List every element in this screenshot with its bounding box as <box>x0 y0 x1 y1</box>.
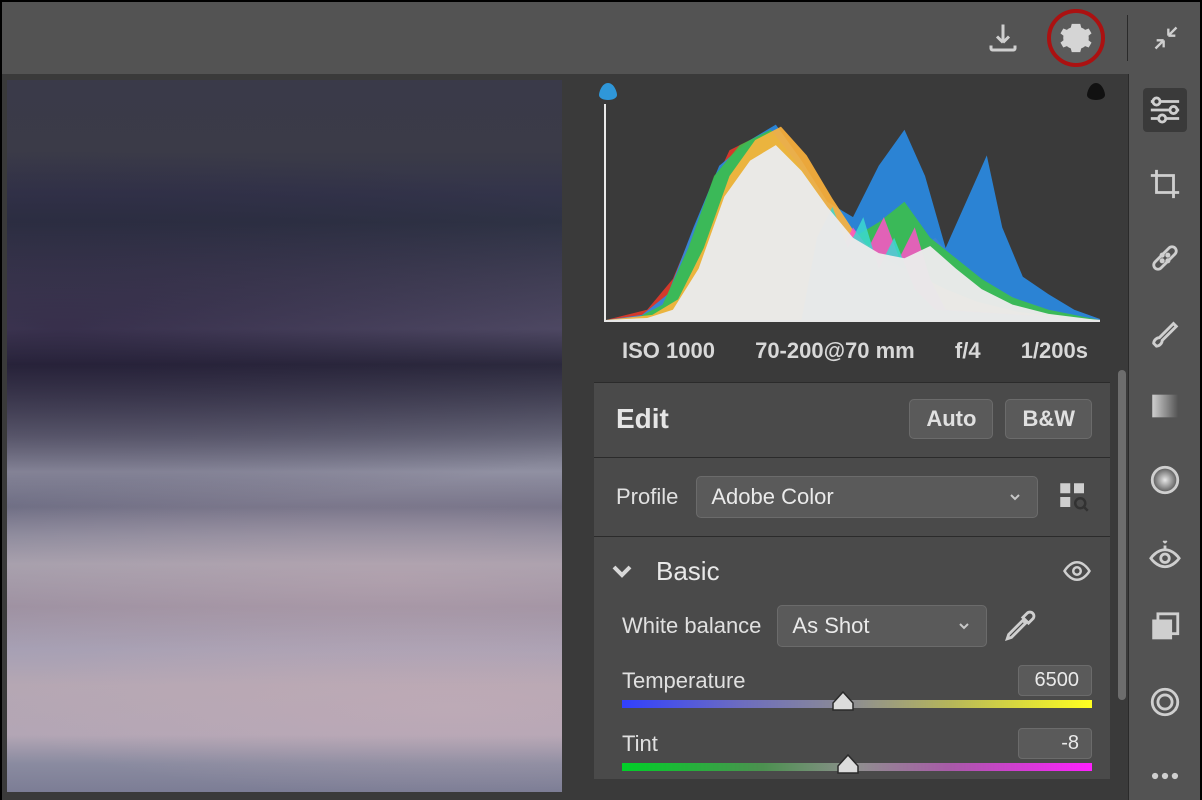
gear-icon <box>1059 21 1093 55</box>
auto-button[interactable]: Auto <box>909 399 993 439</box>
bandage-icon <box>1148 241 1182 275</box>
exif-aperture: f/4 <box>955 338 981 364</box>
basic-header: Basic <box>594 537 1110 591</box>
white-balance-selected: As Shot <box>792 613 869 639</box>
tool-brush[interactable] <box>1143 310 1187 354</box>
tool-crop[interactable] <box>1143 162 1187 206</box>
profile-row: Profile Adobe Color <box>594 458 1110 536</box>
red-eye-icon <box>1148 537 1182 571</box>
tool-strip <box>1128 74 1200 800</box>
histogram-indicators <box>594 82 1110 104</box>
collapse-icon <box>1152 24 1180 52</box>
tool-edit-sliders[interactable] <box>1143 88 1187 132</box>
panel-scrollbar-thumb[interactable] <box>1118 370 1126 700</box>
right-panel: ISO 1000 70-200@70 mm f/4 1/200s Edit Au… <box>582 74 1200 800</box>
canvas-area <box>2 74 582 800</box>
white-balance-label: White balance <box>622 613 761 639</box>
profile-label: Profile <box>616 484 678 510</box>
shadow-clip-indicator[interactable] <box>596 82 620 100</box>
export-button[interactable] <box>977 12 1029 64</box>
exif-shutter: 1/200s <box>1021 338 1088 364</box>
chevron-down-icon <box>1007 489 1023 505</box>
tool-healing[interactable] <box>1143 236 1187 280</box>
temperature-value[interactable]: 6500 <box>1018 665 1092 696</box>
sliders-icon <box>1148 93 1182 127</box>
white-balance-row: White balance As Shot <box>594 591 1110 653</box>
tool-red-eye[interactable] <box>1143 532 1187 576</box>
chevron-down-icon <box>956 618 972 634</box>
download-icon <box>985 20 1021 56</box>
profile-select[interactable]: Adobe Color <box>696 476 1038 518</box>
exif-iso: ISO 1000 <box>622 338 715 364</box>
temperature-label: Temperature <box>622 668 746 694</box>
tint-slider[interactable] <box>622 763 1092 771</box>
tint-slider-block: Tint -8 <box>594 716 1110 779</box>
panel-scrollbar[interactable] <box>1118 74 1128 800</box>
profile-selected: Adobe Color <box>711 484 833 510</box>
tool-more[interactable] <box>1143 754 1187 798</box>
brush-icon <box>1148 315 1182 349</box>
temperature-slider[interactable] <box>622 700 1092 708</box>
tool-linear-gradient[interactable] <box>1143 384 1187 428</box>
exif-lens: 70-200@70 mm <box>755 338 915 364</box>
edit-title: Edit <box>616 403 897 435</box>
image-preview[interactable] <box>7 80 562 792</box>
collapse-panels-button[interactable] <box>1140 12 1192 64</box>
temperature-slider-block: Temperature 6500 <box>594 653 1110 716</box>
tint-label: Tint <box>622 731 658 757</box>
basic-collapse-toggle[interactable] <box>606 555 638 587</box>
tool-radial-gradient[interactable] <box>1143 458 1187 502</box>
white-balance-eyedropper[interactable] <box>1003 609 1037 643</box>
more-icon <box>1148 759 1182 793</box>
grid-search-icon <box>1059 482 1089 512</box>
histogram[interactable] <box>594 104 1110 326</box>
basic-title: Basic <box>656 556 1044 587</box>
tool-snapshots[interactable] <box>1143 606 1187 650</box>
settings-button-highlighted[interactable] <box>1047 9 1105 67</box>
white-balance-select[interactable]: As Shot <box>777 605 987 647</box>
basic-visibility-toggle[interactable] <box>1062 556 1092 586</box>
tint-value[interactable]: -8 <box>1018 728 1092 759</box>
radial-gradient-icon <box>1148 463 1182 497</box>
tool-presets[interactable] <box>1143 680 1187 724</box>
camera-raw-window: ISO 1000 70-200@70 mm f/4 1/200s Edit Au… <box>2 2 1200 800</box>
highlight-clip-indicator[interactable] <box>1084 82 1108 100</box>
edit-section-header: Edit Auto B&W <box>594 383 1110 457</box>
linear-gradient-icon <box>1148 389 1182 423</box>
topbar-divider <box>1127 15 1128 61</box>
exif-row: ISO 1000 70-200@70 mm f/4 1/200s <box>594 326 1110 382</box>
snapshots-icon <box>1148 611 1182 645</box>
crop-icon <box>1148 167 1182 201</box>
topbar <box>2 2 1200 74</box>
presets-icon <box>1148 685 1182 719</box>
profile-browser-button[interactable] <box>1056 479 1092 515</box>
bw-button[interactable]: B&W <box>1005 399 1092 439</box>
